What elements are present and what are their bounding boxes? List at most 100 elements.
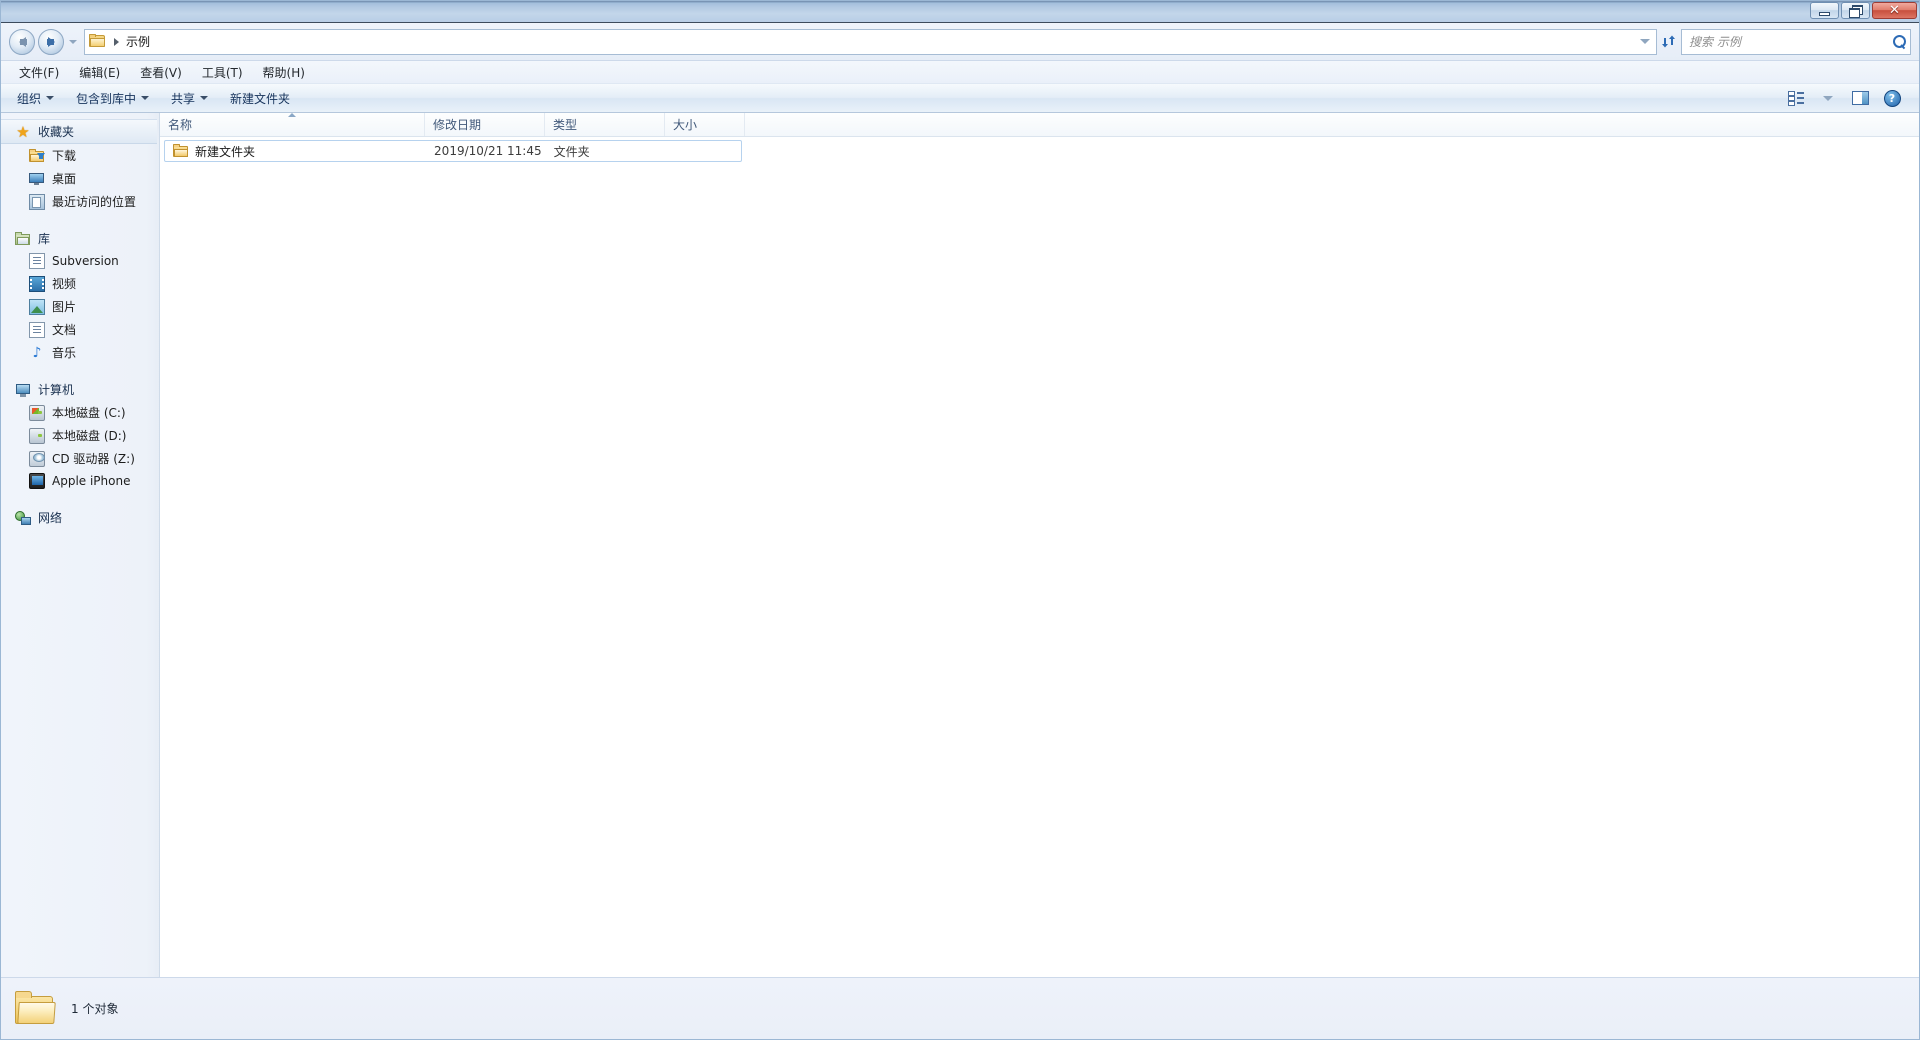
change-view-button[interactable]: [1781, 86, 1811, 110]
sidebar-label: 本地磁盘 (C:): [52, 404, 126, 421]
sidebar-item-recent-places[interactable]: 最近访问的位置: [1, 190, 159, 213]
back-arrow-icon: [19, 37, 26, 47]
library-icon: [15, 231, 31, 247]
share-with-label: 共享: [171, 90, 195, 107]
menu-view[interactable]: 查看(V): [130, 62, 192, 83]
column-label: 名称: [168, 116, 192, 133]
breadcrumb-current[interactable]: 示例: [126, 33, 150, 50]
column-header-date-modified[interactable]: 修改日期: [425, 113, 545, 136]
sidebar-label: 桌面: [52, 170, 76, 187]
sidebar-label: 收藏夹: [38, 123, 74, 140]
nav-group-network: 网络: [1, 506, 159, 529]
recent-locations-button[interactable]: [65, 29, 81, 55]
picture-icon: [29, 299, 45, 315]
window-body: ★ 收藏夹 下载 桌面 最近访问的位置: [1, 113, 1919, 977]
menu-help[interactable]: 帮助(H): [253, 62, 315, 83]
column-header-type[interactable]: 类型: [545, 113, 665, 136]
sidebar-label: 本地磁盘 (D:): [52, 427, 126, 444]
sidebar-item-apple-iphone[interactable]: Apple iPhone: [1, 470, 159, 492]
sidebar-label: 下载: [52, 147, 76, 164]
address-dropdown-button[interactable]: [1636, 30, 1654, 54]
search-icon: [1893, 35, 1906, 48]
back-button[interactable]: [9, 29, 35, 55]
forward-button[interactable]: [38, 29, 64, 55]
address-bar-strip: 示例 搜索 示例: [1, 23, 1919, 61]
preview-pane-button[interactable]: [1845, 86, 1875, 110]
chevron-down-icon: [1640, 39, 1650, 44]
window-controls: ✕: [1810, 2, 1917, 19]
minimize-button[interactable]: [1810, 2, 1839, 19]
sidebar-item-local-disk-d[interactable]: 本地磁盘 (D:): [1, 424, 159, 447]
view-options-dropdown[interactable]: [1813, 86, 1843, 110]
desktop-icon: [29, 171, 45, 187]
cd-drive-icon: [29, 451, 45, 467]
chevron-down-icon: [141, 96, 149, 100]
chevron-down-icon: [69, 40, 77, 44]
titlebar-highlight: [1, 1, 1919, 3]
document-icon: [29, 253, 45, 269]
chevron-down-icon: [1823, 96, 1833, 101]
drive-icon: [29, 428, 45, 444]
help-button[interactable]: ?: [1877, 86, 1907, 110]
menu-bar: 文件(F) 编辑(E) 查看(V) 工具(T) 帮助(H): [1, 61, 1919, 83]
navigation-pane: ★ 收藏夹 下载 桌面 最近访问的位置: [1, 113, 160, 977]
sidebar-item-pictures[interactable]: 图片: [1, 295, 159, 318]
toolbar-right-group: ?: [1781, 86, 1913, 110]
menu-file[interactable]: 文件(F): [9, 62, 69, 83]
sidebar-label: 网络: [38, 509, 62, 526]
sidebar-item-local-disk-c[interactable]: 本地磁盘 (C:): [1, 401, 159, 424]
sidebar-item-downloads[interactable]: 下载: [1, 144, 159, 167]
sidebar-item-music[interactable]: ♪ 音乐: [1, 341, 159, 364]
large-folder-icon: [15, 991, 57, 1027]
address-input[interactable]: 示例: [84, 29, 1657, 55]
table-row[interactable]: 新建文件夹 2019/10/21 11:45 文件夹: [164, 140, 742, 162]
file-name-cell[interactable]: 新建文件夹: [165, 143, 426, 160]
menu-edit[interactable]: 编辑(E): [69, 62, 130, 83]
column-label: 大小: [673, 116, 697, 133]
sidebar-label: 音乐: [52, 344, 76, 361]
nav-group-computer: 计算机 本地磁盘 (C:) 本地磁盘 (D:) CD 驱动器 (Z:) Appl…: [1, 378, 159, 492]
download-folder-icon: [29, 148, 45, 164]
search-input[interactable]: 搜索 示例: [1681, 29, 1911, 55]
explorer-window: ✕ 示例: [0, 0, 1920, 1040]
sidebar-item-libraries[interactable]: 库: [1, 227, 159, 250]
new-folder-button[interactable]: 新建文件夹: [220, 85, 300, 112]
sidebar-item-subversion[interactable]: Subversion: [1, 250, 159, 272]
sidebar-item-favorites[interactable]: ★ 收藏夹: [1, 119, 157, 144]
include-in-library-button[interactable]: 包含到库中: [66, 85, 159, 112]
sidebar-label: 计算机: [38, 381, 74, 398]
recent-places-icon: [29, 194, 45, 210]
refresh-button[interactable]: [1657, 29, 1679, 55]
sidebar-item-desktop[interactable]: 桌面: [1, 167, 159, 190]
organize-button[interactable]: 组织: [7, 85, 64, 112]
restore-button[interactable]: [1841, 2, 1870, 19]
status-text: 1 个对象: [71, 1000, 118, 1017]
file-list-pane: 名称 修改日期 类型 大小 新建文件夹: [160, 113, 1919, 977]
sidebar-item-cd-drive-z[interactable]: CD 驱动器 (Z:): [1, 447, 159, 470]
sidebar-item-documents[interactable]: 文档: [1, 318, 159, 341]
menu-tools[interactable]: 工具(T): [192, 62, 253, 83]
sidebar-item-videos[interactable]: 视频: [1, 272, 159, 295]
column-header-name[interactable]: 名称: [160, 113, 425, 136]
details-pane: 1 个对象: [1, 977, 1919, 1039]
sidebar-item-computer[interactable]: 计算机: [1, 378, 159, 401]
help-icon: ?: [1884, 90, 1901, 107]
share-with-button[interactable]: 共享: [161, 85, 218, 112]
sidebar-item-network[interactable]: 网络: [1, 506, 159, 529]
file-list[interactable]: 新建文件夹 2019/10/21 11:45 文件夹: [160, 137, 1919, 977]
column-header-size[interactable]: 大小: [665, 113, 745, 136]
close-button[interactable]: ✕: [1872, 2, 1917, 19]
search-placeholder: 搜索 示例: [1689, 33, 1893, 50]
navigation-buttons: [9, 29, 81, 55]
nav-group-libraries: 库 Subversion 视频 图片 文档: [1, 227, 159, 364]
file-modified-cell: 2019/10/21 11:45: [426, 144, 546, 158]
breadcrumb-separator-icon: [114, 38, 119, 46]
folder-icon: [89, 34, 107, 50]
refresh-icon: [1661, 34, 1676, 49]
video-icon: [29, 276, 45, 292]
column-header-row: 名称 修改日期 类型 大小: [160, 113, 1919, 137]
title-bar[interactable]: ✕: [1, 1, 1919, 23]
chevron-down-icon: [46, 96, 54, 100]
phone-icon: [29, 473, 45, 489]
sidebar-label: Subversion: [52, 254, 119, 268]
